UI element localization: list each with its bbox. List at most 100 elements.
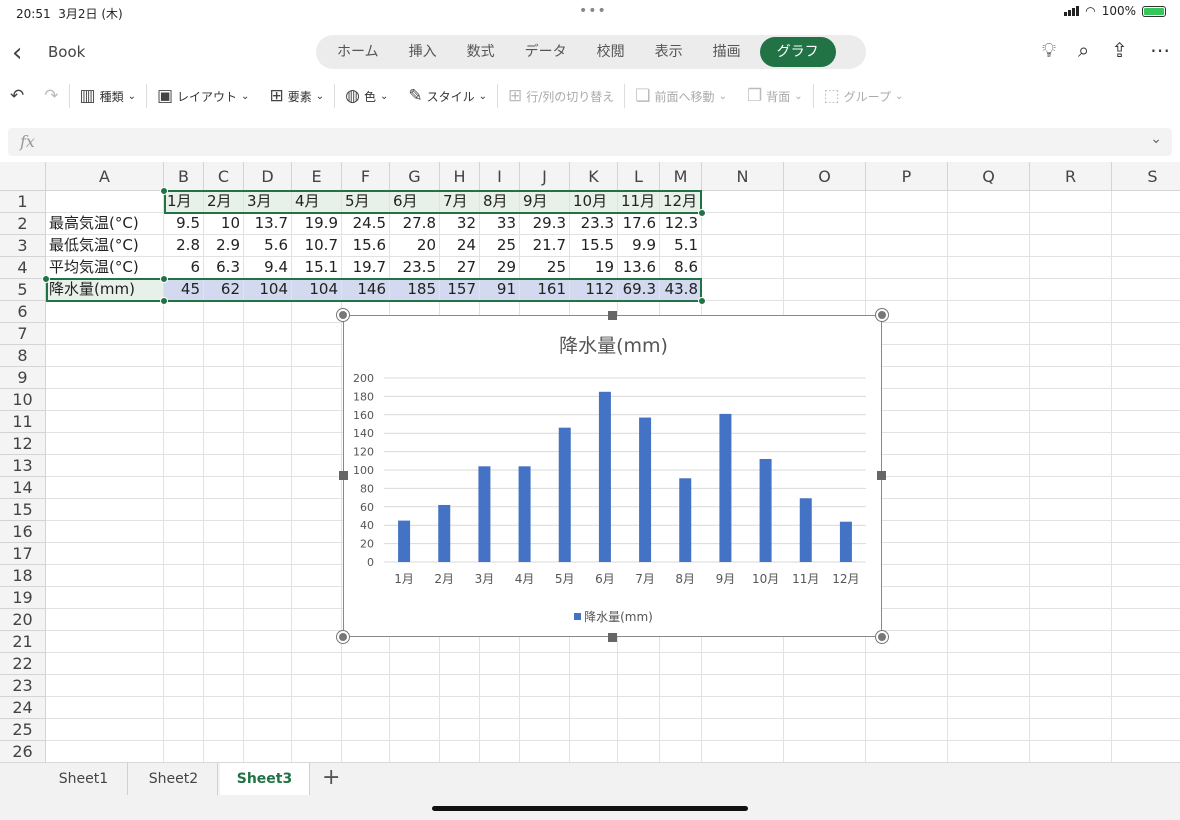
bar[interactable] (839, 521, 852, 562)
cell[interactable] (46, 389, 164, 411)
cell[interactable]: 27.8 (390, 213, 440, 235)
cell[interactable] (204, 345, 244, 367)
cell[interactable] (204, 455, 244, 477)
cell[interactable] (164, 345, 204, 367)
cell[interactable]: 9月 (520, 191, 570, 213)
cell[interactable]: 9.9 (618, 235, 660, 257)
cell[interactable] (164, 323, 204, 345)
cell[interactable] (866, 279, 948, 301)
column-header[interactable]: C (204, 162, 244, 191)
row-header[interactable]: 20 (0, 609, 46, 631)
cell[interactable] (204, 301, 244, 323)
range-handle[interactable] (42, 275, 50, 283)
cell[interactable] (292, 521, 342, 543)
cell[interactable] (570, 697, 618, 719)
cell[interactable]: 91 (480, 279, 520, 301)
cell[interactable] (204, 499, 244, 521)
cell[interactable] (342, 653, 390, 675)
cell[interactable] (618, 653, 660, 675)
cell[interactable] (204, 323, 244, 345)
column-header[interactable]: I (480, 162, 520, 191)
cell[interactable] (1112, 455, 1180, 477)
cell[interactable] (244, 301, 292, 323)
cell[interactable] (1112, 191, 1180, 213)
cell[interactable] (244, 719, 292, 741)
cell[interactable] (244, 741, 292, 762)
cell[interactable] (702, 235, 784, 257)
resize-handle-top[interactable] (608, 311, 617, 320)
cell[interactable] (702, 257, 784, 279)
resize-handle-left[interactable] (339, 471, 348, 480)
cell[interactable]: 69.3 (618, 279, 660, 301)
cell[interactable] (244, 477, 292, 499)
cell[interactable] (292, 653, 342, 675)
cell[interactable] (46, 455, 164, 477)
cell[interactable] (292, 345, 342, 367)
cell[interactable] (1030, 433, 1112, 455)
cell[interactable] (342, 741, 390, 762)
cell[interactable] (1112, 389, 1180, 411)
cell[interactable] (1112, 213, 1180, 235)
range-handle[interactable] (698, 297, 706, 305)
bar[interactable] (679, 478, 692, 562)
cell[interactable] (1030, 345, 1112, 367)
cell[interactable] (784, 191, 866, 213)
cell[interactable] (948, 389, 1030, 411)
bar[interactable] (438, 504, 451, 562)
search-icon[interactable]: ⌕ (1078, 38, 1089, 62)
row-header[interactable]: 3 (0, 235, 46, 257)
cell[interactable] (1112, 565, 1180, 587)
ribbon-item-8[interactable]: ⬚ グループ ⌄ (814, 81, 914, 111)
formula-bar[interactable]: fx ⌄ (8, 128, 1172, 156)
bar[interactable] (558, 427, 571, 562)
undo-icon[interactable]: ↶ (0, 81, 34, 111)
tab-0[interactable]: ホーム (322, 37, 394, 67)
cell[interactable] (244, 565, 292, 587)
cell[interactable] (1030, 301, 1112, 323)
row-header[interactable]: 18 (0, 565, 46, 587)
share-icon[interactable]: ⇪ (1111, 38, 1128, 62)
cell[interactable] (244, 675, 292, 697)
cell[interactable] (1030, 543, 1112, 565)
column-header[interactable]: H (440, 162, 480, 191)
cell[interactable]: 25 (520, 257, 570, 279)
ribbon-item-3[interactable]: ◍ 色 ⌄ (335, 81, 398, 111)
cell[interactable] (948, 653, 1030, 675)
cell[interactable] (866, 235, 948, 257)
cell[interactable]: 3月 (244, 191, 292, 213)
cell[interactable] (660, 675, 702, 697)
cell[interactable] (948, 191, 1030, 213)
row-header[interactable]: 4 (0, 257, 46, 279)
cell[interactable] (204, 653, 244, 675)
cell[interactable] (164, 499, 204, 521)
cell[interactable] (1112, 411, 1180, 433)
cell[interactable] (570, 653, 618, 675)
cell[interactable] (292, 411, 342, 433)
cell[interactable] (660, 697, 702, 719)
cell[interactable]: 2.9 (204, 235, 244, 257)
cell[interactable] (480, 697, 520, 719)
cell[interactable] (1112, 433, 1180, 455)
column-header[interactable]: D (244, 162, 292, 191)
cell[interactable] (948, 323, 1030, 345)
row-header[interactable]: 13 (0, 455, 46, 477)
row-header[interactable]: 16 (0, 521, 46, 543)
cell[interactable] (292, 587, 342, 609)
cell[interactable] (1030, 411, 1112, 433)
cell[interactable] (570, 675, 618, 697)
cell[interactable]: 29.3 (520, 213, 570, 235)
column-header[interactable]: E (292, 162, 342, 191)
cell[interactable]: 8月 (480, 191, 520, 213)
cell[interactable]: 104 (244, 279, 292, 301)
cell[interactable]: 15.1 (292, 257, 342, 279)
cell[interactable]: 25 (480, 235, 520, 257)
cell[interactable] (204, 587, 244, 609)
cell[interactable] (440, 741, 480, 762)
column-header[interactable]: J (520, 162, 570, 191)
cell[interactable]: 10.7 (292, 235, 342, 257)
row-header[interactable]: 6 (0, 301, 46, 323)
row-header[interactable]: 10 (0, 389, 46, 411)
cell[interactable] (1112, 675, 1180, 697)
cell[interactable] (244, 367, 292, 389)
cell[interactable] (1112, 543, 1180, 565)
